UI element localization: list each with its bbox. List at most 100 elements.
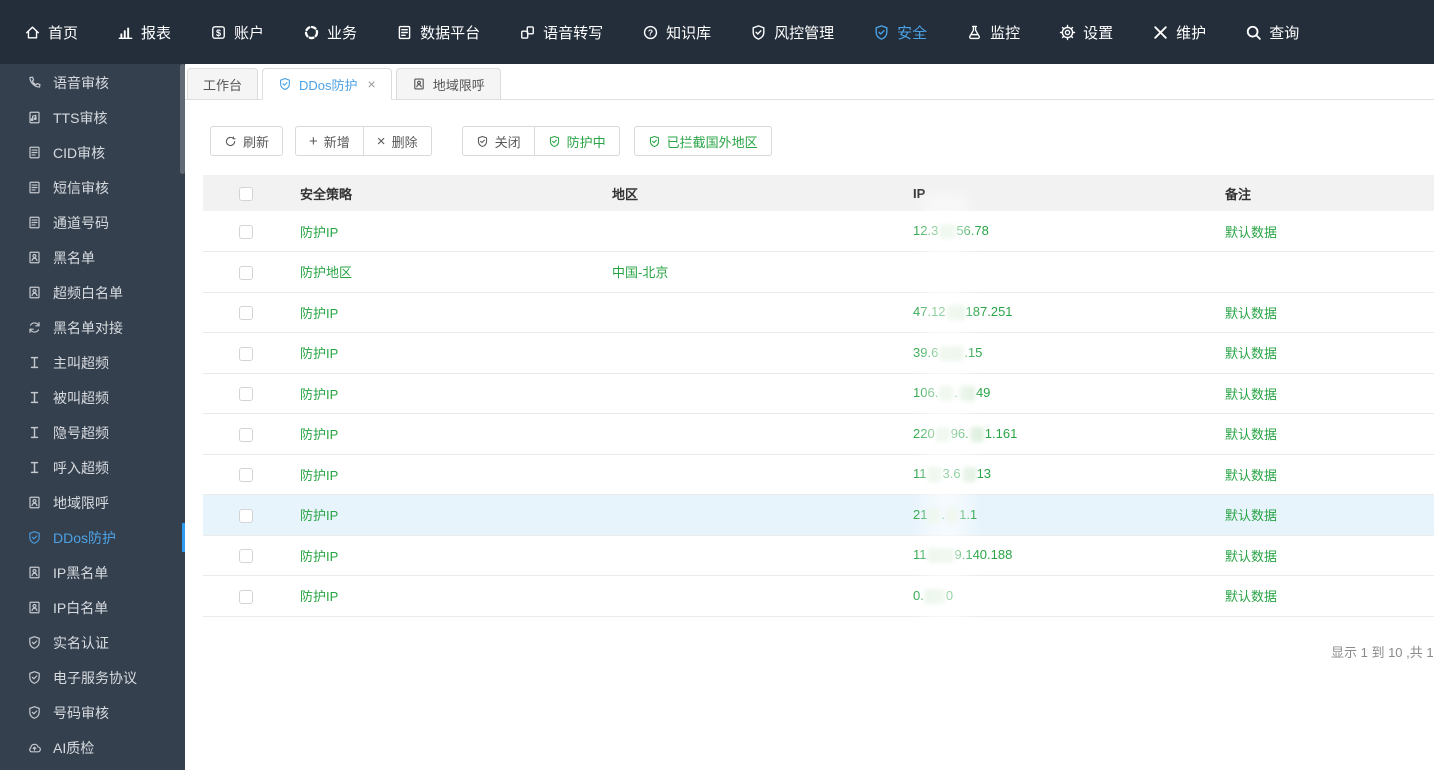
table-row[interactable]: 防护IP 0. 0 默认数据 [203,575,1434,617]
doc-person-icon [27,565,42,580]
sidebar-item-label: 实名认证 [53,634,109,651]
add-delete-button-group: + 新增 × 删除 [295,126,432,156]
ip-redaction-mask [958,386,975,402]
sidebar-item-region-limit[interactable]: 地域限呼 [0,485,185,520]
sidebar-item-number-audit[interactable]: 号码审核 [0,695,185,730]
tab-ddos[interactable]: DDos防护 × [262,68,392,100]
close-protection-button[interactable]: 关闭 [461,126,535,156]
sync-icon [27,320,42,335]
table-row[interactable]: 防护地区 中国-北京 [203,251,1434,293]
sidebar-item-cid-audit[interactable]: CID审核 [0,135,185,170]
note-cell: 默认数据 [1202,292,1434,333]
region-cell [589,332,890,374]
sidebar-item-inbound-freq[interactable]: 呼入超频 [0,450,185,485]
row-checkbox[interactable] [239,346,253,361]
row-checkbox[interactable] [239,224,253,239]
protection-button-group: 关闭 防护中 [461,126,620,156]
nav-item-business[interactable]: 业务 [303,22,357,43]
nav-item-settings[interactable]: 设置 [1059,22,1113,43]
sidebar-item-hidden-freq[interactable]: 隐号超频 [0,415,185,450]
data-platform-icon [396,24,413,41]
row-checkbox[interactable] [239,468,253,483]
freq-icon [27,355,42,370]
shield-check-icon [548,135,561,148]
nav-item-risk-management[interactable]: 风控管理 [750,22,834,43]
table-row[interactable]: 防护IP 220 96. 1.161 默认数据 [203,413,1434,455]
row-checkbox[interactable] [239,549,253,564]
ip-segment: 47.12 [913,304,946,320]
sidebar-item-ai-qc[interactable]: AI质检 [0,730,185,765]
doc-audio-icon [27,110,42,125]
nav-item-reports[interactable]: 报表 [117,22,171,43]
sidebar-item-voice-audit[interactable]: 语音审核 [0,65,185,100]
sidebar-item-ip-whitelist[interactable]: IP白名单 [0,590,185,625]
table-row[interactable]: 防护IP 106.. 49 默认数据 [203,373,1434,414]
ip-cell: 220 96. 1.161 [890,413,1202,455]
column-header-policy: 安全策略 [277,175,589,211]
security-policy-table-wrap: 安全策略 地区 IP 备注 防护IP 12.3 56.78 默认数据 防护地区 中国-北京… [203,175,1434,617]
tab-close-icon[interactable]: × [368,77,376,91]
table-row[interactable]: 防护IP 47.12 187.251 默认数据 [203,292,1434,333]
select-all-checkbox[interactable] [239,186,253,201]
table-row[interactable]: 防护IP 12.3 56.78 默认数据 [203,211,1434,252]
tab-workbench[interactable]: 工作台 [187,68,259,100]
table-row[interactable]: 防护IP 11 3.6 13 默认数据 [203,454,1434,495]
row-checkbox[interactable] [239,306,253,321]
nav-item-label: 语音转写 [543,24,604,42]
sidebar-item-sms-audit[interactable]: 短信审核 [0,170,185,205]
nav-item-voice-transcribe[interactable]: 语音转写 [519,22,603,43]
ip-cell: 21. 1.1 [890,494,1202,536]
account-icon: $ [210,24,227,41]
nav-item-label: 业务 [327,24,358,42]
sidebar-item-blacklist-link[interactable]: 黑名单对接 [0,310,185,345]
table-row[interactable]: 防护IP 39.6 .15 默认数据 [203,332,1434,374]
nav-item-data-platform[interactable]: 数据平台 [396,22,480,43]
shield-check-icon [27,635,42,650]
sidebar-item-channel-number[interactable]: 通道号码 [0,205,185,240]
tab-region-limit[interactable]: 地域限呼 [395,68,501,100]
sidebar-item-e-service-agreement[interactable]: 电子服务协议 [0,660,185,695]
nav-item-security[interactable]: 安全 [873,22,927,43]
blocked-foreign-regions-button[interactable]: 已拦截国外地区 [633,126,772,156]
row-checkbox[interactable] [239,387,253,402]
sidebar-item-callee-freq[interactable]: 被叫超频 [0,380,185,415]
protecting-button[interactable]: 防护中 [533,126,620,156]
nav-item-monitor[interactable]: 监控 [966,22,1020,43]
ip-redaction-mask [946,305,965,321]
nav-item-maintenance[interactable]: 维护 [1152,22,1206,43]
policy-cell: 防护IP [277,373,589,414]
sidebar-item-caller-freq[interactable]: 主叫超频 [0,345,185,380]
sidebar-item-tts-audit[interactable]: TTS审核 [0,100,185,135]
note-cell: 默认数据 [1202,535,1434,576]
add-button[interactable]: + 新增 [295,126,364,156]
refresh-button[interactable]: 刷新 [210,126,284,156]
tab-label: 地域限呼 [432,77,485,93]
freq-icon [27,460,42,475]
nav-item-account[interactable]: $ 账户 [210,22,264,43]
tab-bar: 工作台 DDos防护 × 地域限呼 [185,64,1434,100]
row-checkbox[interactable] [239,265,253,280]
security-policy-table: 安全策略 地区 IP 备注 防护IP 12.3 56.78 默认数据 防护地区 中国-北京… [203,175,1434,617]
ip-cell [890,251,1202,293]
nav-item-home[interactable]: 首页 [24,22,78,43]
sidebar-item-realname-auth[interactable]: 实名认证 [0,625,185,660]
row-checkbox[interactable] [239,427,253,442]
sidebar-item-freq-whitelist[interactable]: 超频白名单 [0,275,185,310]
delete-button[interactable]: × 删除 [362,126,432,156]
nav-item-query[interactable]: 查询 [1245,22,1299,43]
row-checkbox[interactable] [239,589,253,604]
doc-icon [27,145,42,160]
sidebar-item-blacklist[interactable]: 黑名单 [0,240,185,275]
row-checkbox[interactable] [239,508,253,523]
note-cell: 默认数据 [1202,373,1434,414]
nav-item-knowledge-base[interactable]: ? 知识库 [642,22,711,43]
sidebar-item-ip-blacklist[interactable]: IP黑名单 [0,555,185,590]
table-row[interactable]: 防护IP 11 9.140.188 默认数据 [203,535,1434,576]
sidebar-item-ddos[interactable]: DDos防护 [0,520,185,555]
ip-segment: 39.6 [913,344,939,360]
ip-redaction-mask [946,507,959,523]
table-row[interactable]: 防护IP 21. 1.1 默认数据 [203,494,1434,536]
note-cell: 默认数据 [1202,211,1434,252]
sidebar-item-label: CID审核 [53,144,106,161]
doc-person-icon [27,285,42,300]
